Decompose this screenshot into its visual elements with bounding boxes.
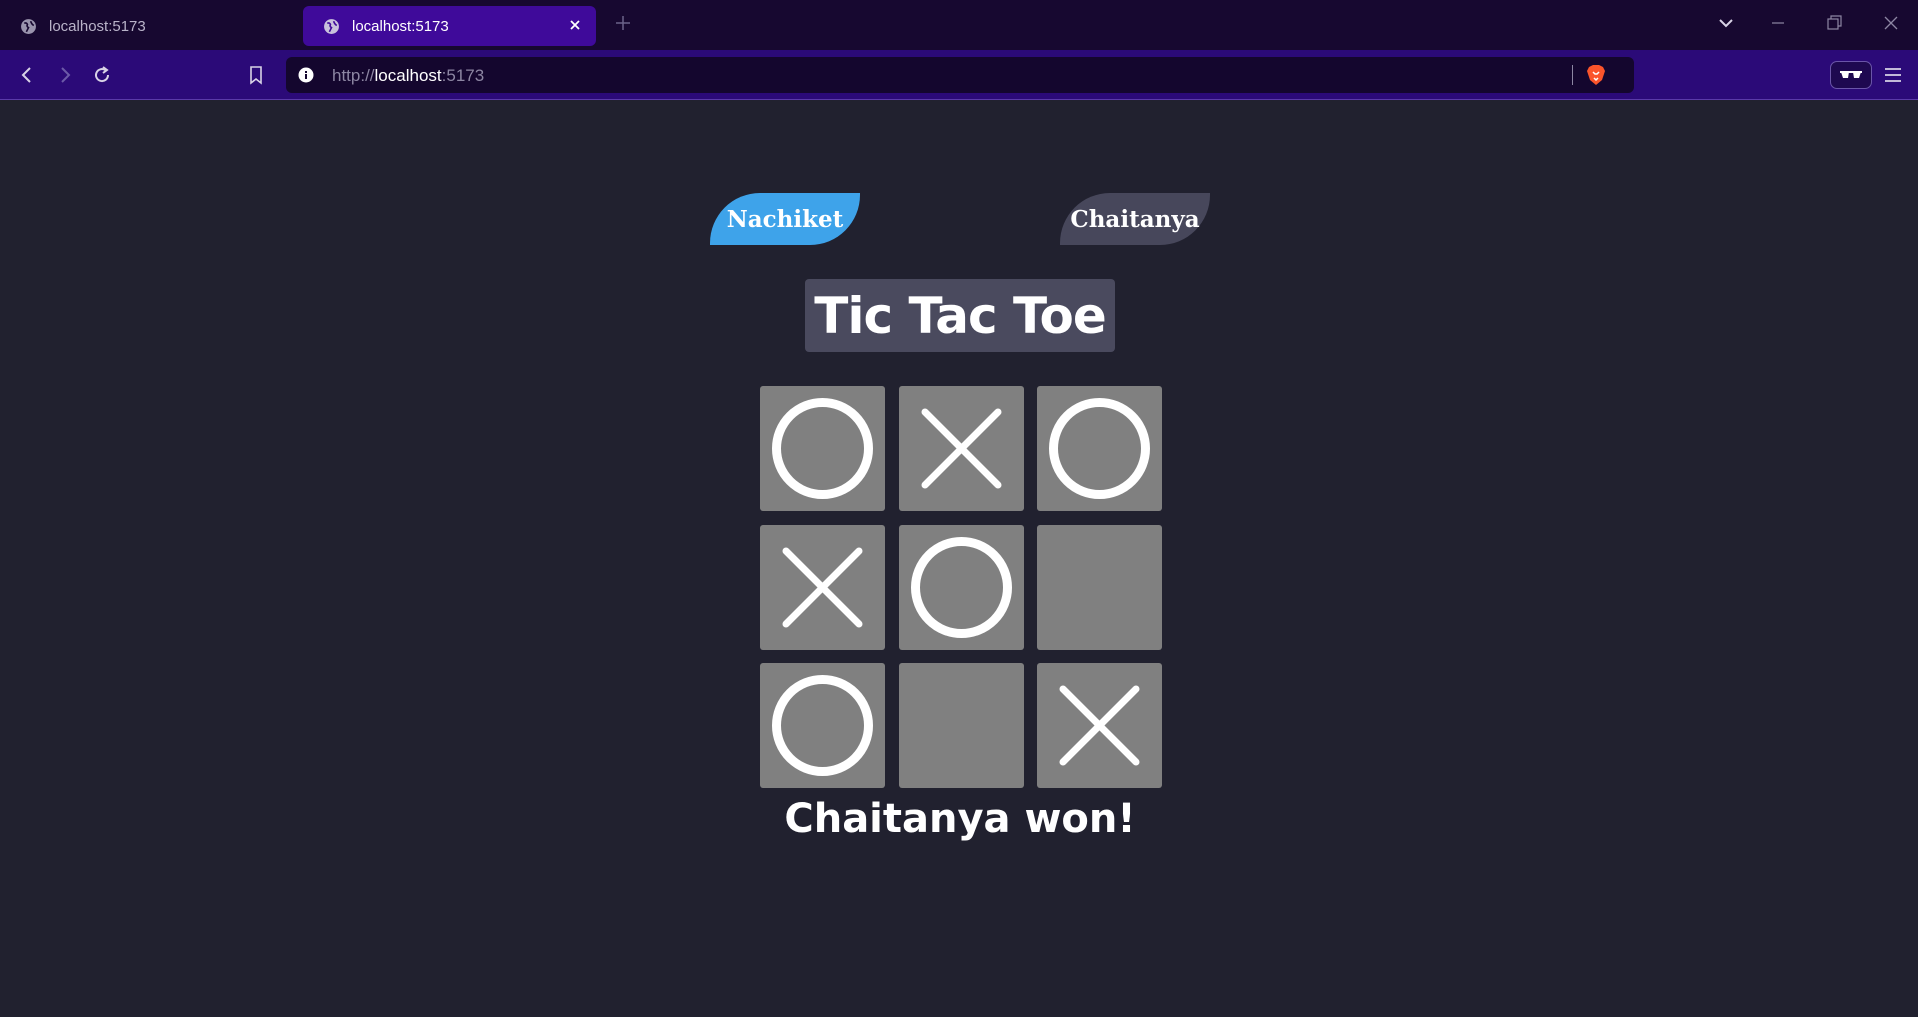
back-icon[interactable] — [16, 64, 38, 86]
player-two-badge: Chaitanya — [1060, 193, 1210, 245]
tab-1-title: localhost:5173 — [49, 17, 146, 35]
minimize-icon[interactable] — [1768, 13, 1788, 33]
menu-icon[interactable] — [1882, 64, 1904, 86]
tab-2-title: localhost:5173 — [352, 17, 449, 35]
url-separator — [1572, 65, 1573, 85]
board-cell-3-2[interactable] — [898, 663, 1024, 788]
board-cell-1-3[interactable] — [1037, 386, 1162, 511]
board-cell-1-1[interactable] — [760, 386, 885, 511]
o-mark-icon — [772, 675, 873, 776]
game-status: Chaitanya won! — [784, 796, 1136, 842]
player-one-badge: Nachiket — [710, 193, 860, 245]
board-cell-2-2[interactable] — [898, 524, 1024, 650]
url-host: localhost — [374, 66, 442, 85]
chevron-down-icon[interactable] — [1716, 13, 1736, 33]
tab-2[interactable]: localhost:5173 — [303, 6, 596, 46]
board-cell-2-3[interactable] — [1037, 524, 1162, 650]
tab-1[interactable]: localhost:5173 — [0, 6, 290, 46]
sunglasses-icon — [1840, 71, 1862, 78]
bookmark-icon[interactable] — [245, 64, 267, 86]
url-scheme: http:// — [332, 66, 375, 85]
forward-icon[interactable] — [54, 64, 76, 86]
plus-icon[interactable] — [613, 13, 633, 33]
board-cell-3-1[interactable] — [760, 663, 885, 788]
x-mark-icon — [1059, 685, 1140, 766]
reload-icon[interactable] — [91, 64, 113, 86]
restore-icon[interactable] — [1824, 13, 1844, 33]
close-icon[interactable] — [566, 16, 584, 34]
o-mark-icon — [772, 398, 873, 499]
x-mark-icon — [782, 547, 863, 627]
tab-strip: localhost:5173 localhost:5173 — [0, 0, 1918, 50]
browser-toolbar: http://localhost:5173 — [0, 50, 1918, 100]
o-mark-icon — [910, 536, 1012, 638]
info-icon[interactable] — [298, 67, 314, 83]
board-cell-3-3[interactable] — [1037, 663, 1162, 788]
window-close-icon[interactable] — [1881, 13, 1901, 33]
globe-icon — [324, 18, 339, 34]
globe-icon — [21, 18, 36, 34]
address-bar[interactable]: http://localhost:5173 — [286, 57, 1634, 93]
o-mark-icon — [1049, 398, 1150, 499]
page-title: Tic Tac Toe — [805, 279, 1115, 352]
extension-button[interactable] — [1830, 61, 1872, 89]
board-cell-1-2[interactable] — [898, 386, 1024, 511]
url-text[interactable]: http://localhost:5173 — [332, 66, 484, 86]
brave-lion-icon[interactable] — [1586, 64, 1606, 86]
game-board — [760, 386, 1162, 788]
board-cell-2-1[interactable] — [760, 524, 885, 650]
url-port: :5173 — [441, 66, 485, 85]
x-mark-icon — [921, 408, 1001, 489]
